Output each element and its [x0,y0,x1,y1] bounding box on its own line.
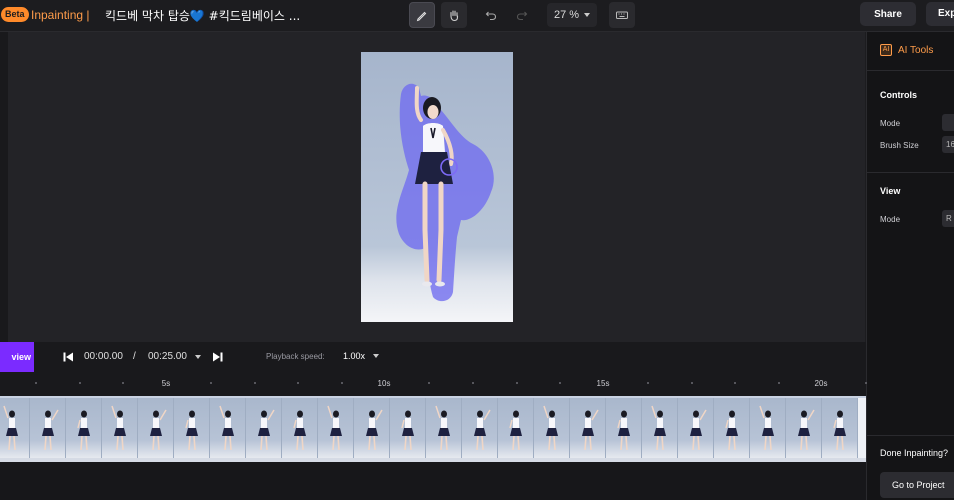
filmstrip-frame [822,398,858,458]
preview-button[interactable]: view [0,342,34,372]
filmstrip-frame [138,398,174,458]
done-inpainting-text: Done Inpainting? [880,448,949,458]
filmstrip-frame [462,398,498,458]
view-mode-label: Mode [880,215,901,224]
divider [867,172,954,173]
right-sidebar: AI AI Tools Controls Mode Brush Size 16 … [866,32,954,500]
tick-mark [297,382,299,384]
filmstrip-frame [246,398,282,458]
tick-mark [428,382,430,384]
tick-mark [691,382,693,384]
current-time: 00:00.00 [84,351,123,362]
caret-down-icon [584,13,591,17]
zoom-value: 27 % [553,9,580,21]
tick-mark [865,382,867,384]
video-title: 킥드베 막차 탑승💙 #킥드림베이스 ... [105,9,301,23]
video-canvas[interactable] [361,52,513,322]
mode-title: Inpainting | [31,8,90,22]
controls-section-title: Controls [880,90,917,100]
total-time: 00:25.00 [148,351,187,362]
ai-tools-tab[interactable]: AI AI Tools [880,44,933,56]
filmstrip-frame [642,398,678,458]
tick-mark [35,382,37,384]
tick-mark [647,382,649,384]
mode-label: Mode [880,119,901,128]
caret-down-icon[interactable] [195,355,201,359]
tick-mark [516,382,518,384]
divider [867,435,954,436]
filmstrip-frame [174,398,210,458]
brush-tool-button[interactable] [409,2,435,28]
tick-label: 20s [814,379,828,388]
beta-badge: Beta [1,7,29,22]
tick-mark [734,382,736,384]
redo-button[interactable] [509,2,535,28]
tick-mark [341,382,343,384]
filmstrip-frame [66,398,102,458]
keyboard-icon [616,11,628,19]
hand-icon [450,10,459,22]
view-section-title: View [880,186,901,196]
tick-label: 15s [596,379,610,388]
filmstrip-frame [606,398,642,458]
playback-controls: view 00:00.00 / 00:25.00 Playback speed:… [0,342,866,372]
tick-mark [254,382,256,384]
filmstrip-frame [750,398,786,458]
filmstrip-frame [0,398,30,458]
filmstrip-frame [102,398,138,458]
video-frame-image [361,52,513,322]
tick-mark [79,382,81,384]
playback-speed-value: 1.00x [343,351,366,361]
export-button[interactable]: Exp [926,2,954,26]
filmstrip-frame [210,398,246,458]
filmstrip-frame [390,398,426,458]
redo-icon [516,11,528,21]
tick-mark [210,382,212,384]
tick-label: 5s [161,379,171,388]
filmstrip-frame [498,398,534,458]
skip-back-icon[interactable] [62,351,74,363]
keyboard-shortcuts-button[interactable] [609,2,635,28]
filmstrip-frame [30,398,66,458]
filmstrip-frame [282,398,318,458]
filmstrip-frame [318,398,354,458]
divider [867,70,954,71]
timeline-ruler[interactable]: 5s 10s 15s 20s [0,372,867,396]
timeline-empty-track [0,462,866,500]
undo-icon [485,11,497,21]
hand-tool-button[interactable] [441,2,467,28]
filmstrip-frame [354,398,390,458]
mode-select[interactable] [942,114,954,131]
zoom-select[interactable]: 27 % [547,3,597,27]
tick-mark [122,382,124,384]
go-to-project-button[interactable]: Go to Project [880,472,954,498]
filmstrip-frame [678,398,714,458]
caret-down-icon [373,354,380,358]
playback-speed-label: Playback speed: [266,352,325,361]
filmstrip-frame [714,398,750,458]
tick-label: 10s [377,379,391,388]
filmstrip-frame [426,398,462,458]
share-button[interactable]: Share [860,2,916,26]
filmstrip-frame [570,398,606,458]
time-separator: / [133,351,136,362]
tick-mark [472,382,474,384]
playback-speed-select[interactable]: 1.00x [343,351,380,361]
video-filmstrip[interactable] [0,396,866,462]
left-edge-panel [0,32,8,342]
undo-button[interactable] [478,2,504,28]
pen-icon [416,11,427,22]
skip-forward-icon[interactable] [212,351,224,363]
brush-size-label: Brush Size [880,141,919,150]
filmstrip-frame [786,398,822,458]
ai-tools-label: AI Tools [898,44,934,56]
tick-mark [559,382,561,384]
view-mode-select[interactable]: R [942,210,954,227]
tick-mark [778,382,780,384]
ai-icon: AI [880,44,892,56]
brush-size-input[interactable]: 16 [942,136,954,153]
top-bar: Beta Inpainting | 킥드베 막차 탑승💙 #킥드림베이스 ...… [0,0,954,32]
filmstrip-frame [534,398,570,458]
